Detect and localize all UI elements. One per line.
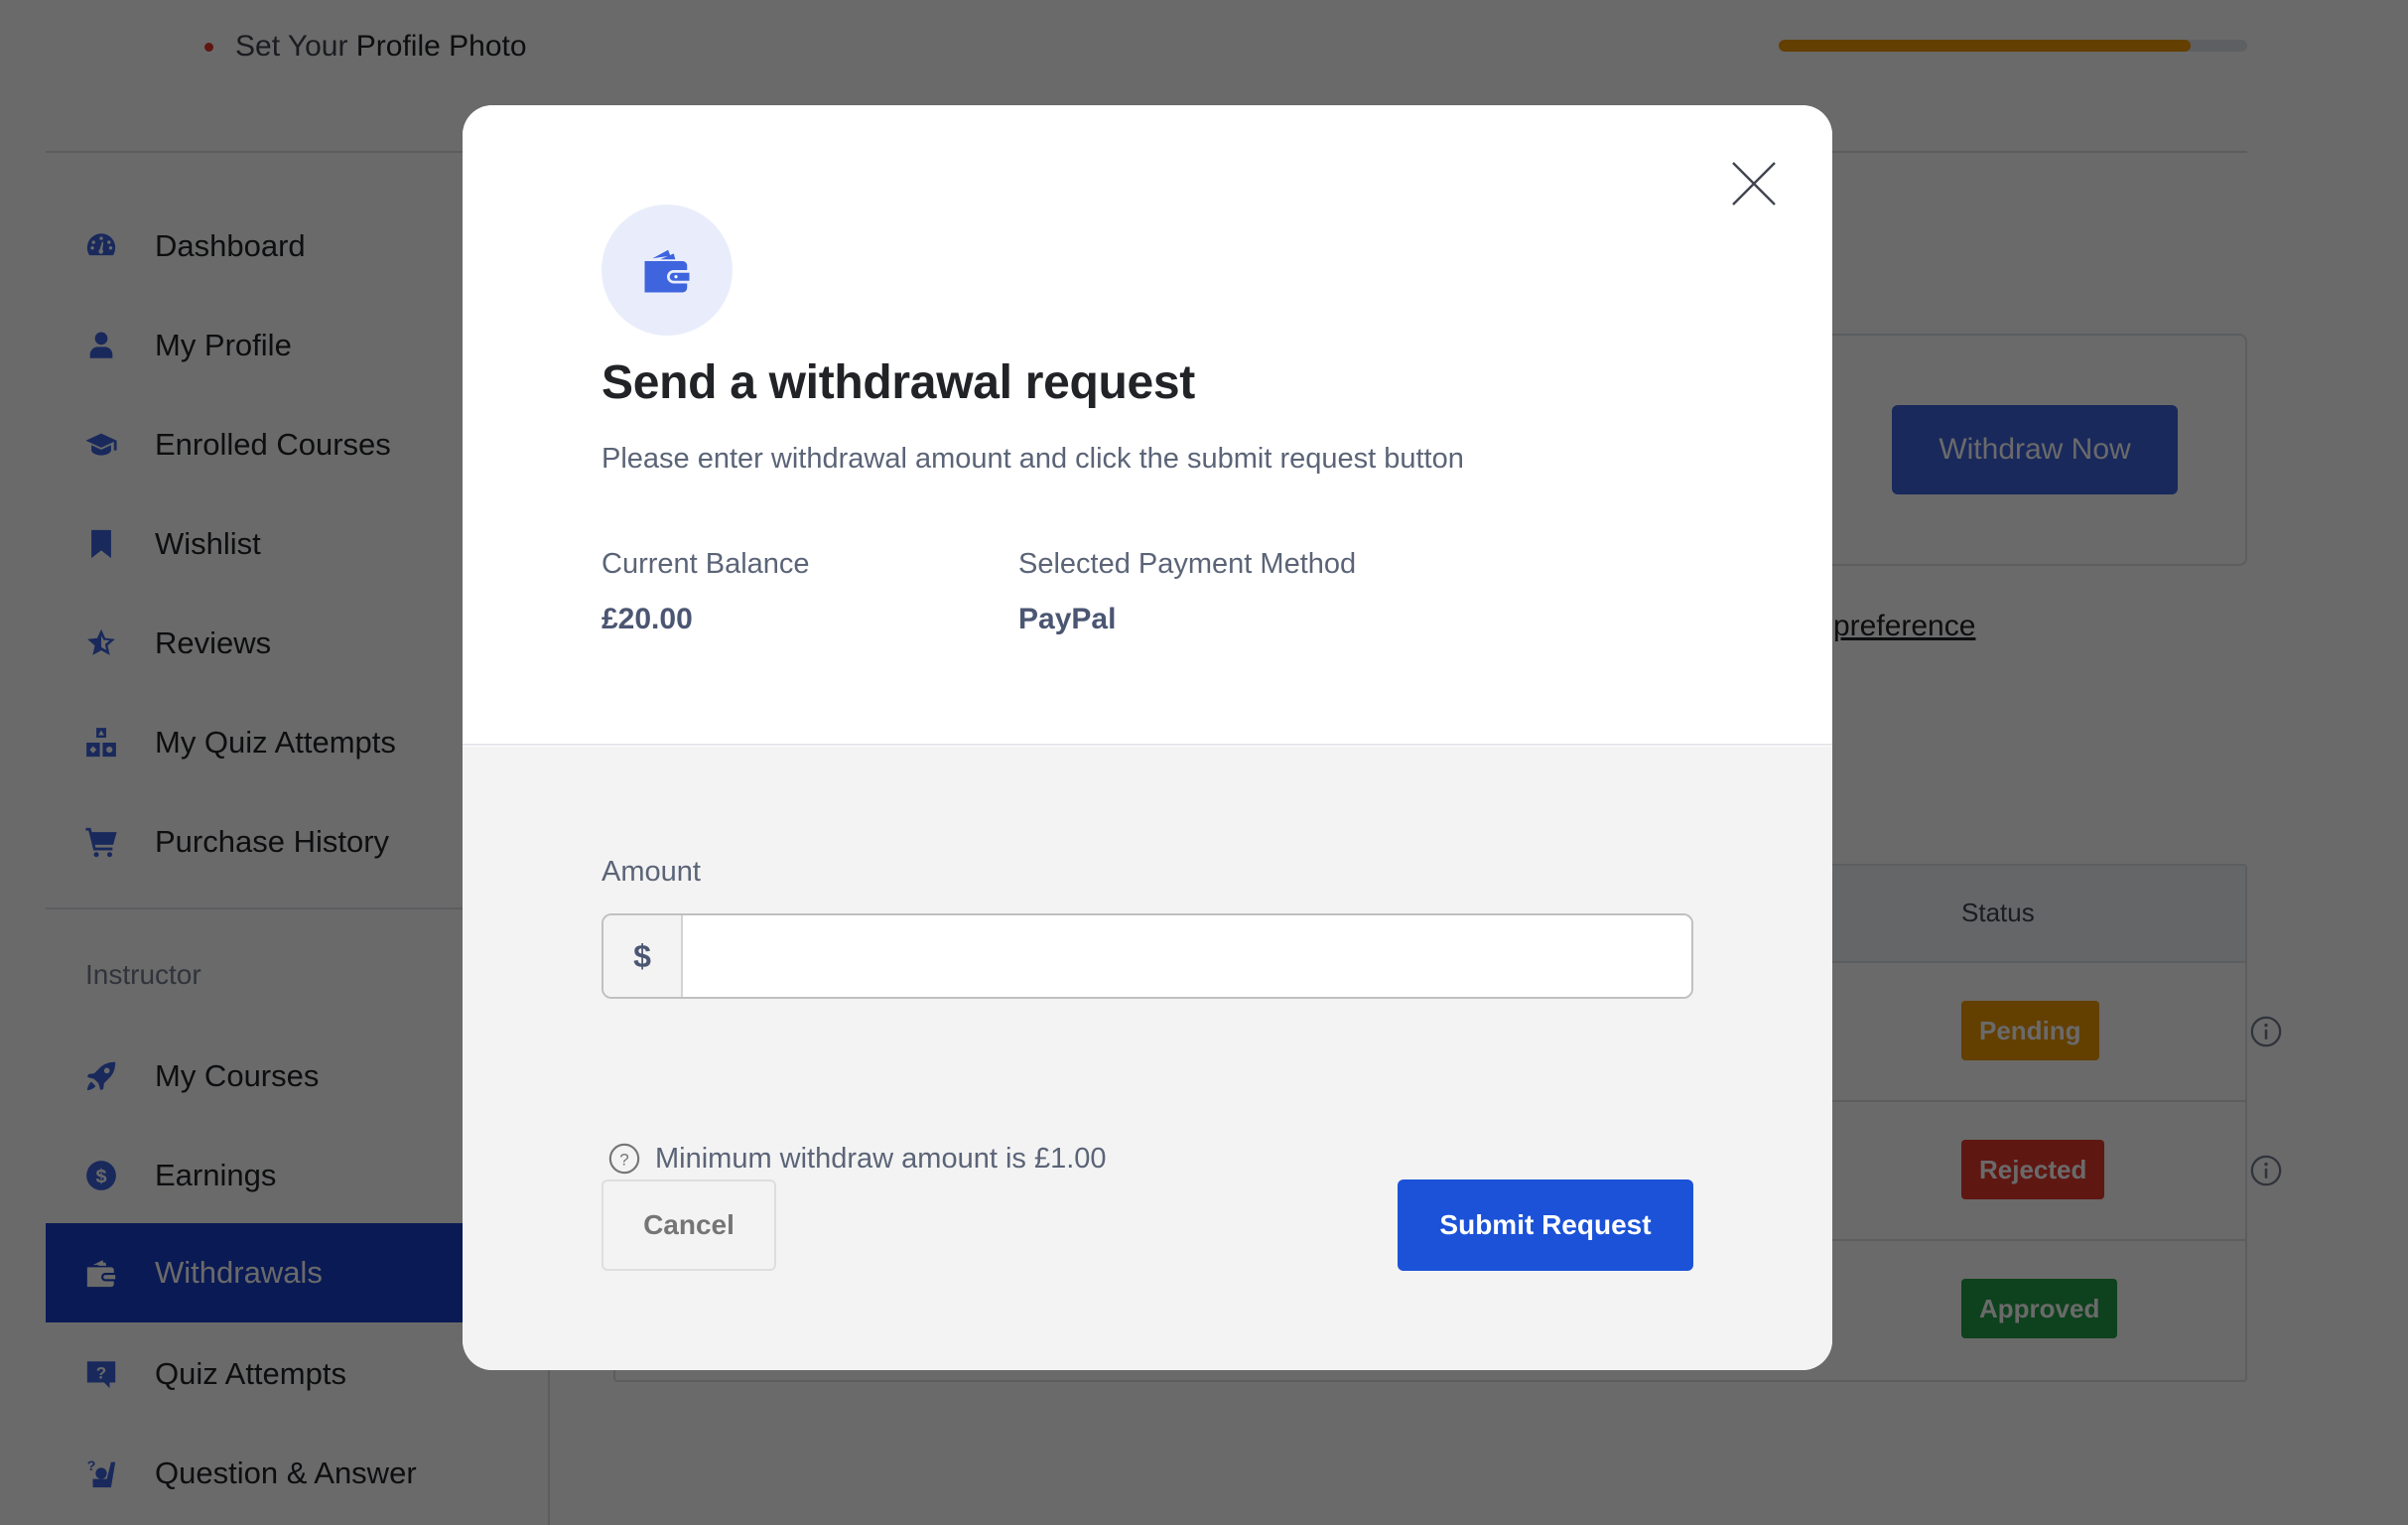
current-balance-value: £20.00 — [602, 603, 693, 635]
close-button[interactable] — [1729, 159, 1779, 208]
modal-form-section — [463, 747, 1832, 1370]
withdrawal-request-modal: Send a withdrawal request Please enter w… — [463, 105, 1832, 1370]
payment-method: Selected Payment Method PayPal — [1018, 548, 1356, 636]
current-balance: Current Balance £20.00 — [602, 548, 810, 636]
payment-method-value: PayPal — [1018, 603, 1117, 635]
amount-label: Amount — [602, 856, 701, 888]
amount-input[interactable] — [683, 915, 1691, 997]
minimum-amount-hint: ? Minimum withdraw amount is £1.00 — [607, 1142, 1107, 1176]
currency-prefix: $ — [603, 915, 683, 997]
question-circle-icon: ? — [608, 1143, 640, 1175]
modal-header-section: Send a withdrawal request Please enter w… — [463, 105, 1832, 746]
cancel-button[interactable]: Cancel — [602, 1179, 776, 1271]
wallet-badge — [602, 205, 733, 336]
submit-request-button[interactable]: Submit Request — [1398, 1179, 1693, 1271]
modal-title: Send a withdrawal request — [602, 356, 1195, 409]
payment-method-label: Selected Payment Method — [1018, 548, 1357, 580]
amount-input-group: $ — [602, 913, 1693, 999]
wallet-icon — [644, 249, 690, 293]
svg-text:?: ? — [619, 1150, 628, 1169]
close-icon — [1732, 162, 1776, 206]
current-balance-label: Current Balance — [602, 548, 810, 580]
minimum-amount-text: Minimum withdraw amount is £1.00 — [655, 1142, 1107, 1175]
modal-subtitle: Please enter withdrawal amount and click… — [602, 443, 1464, 475]
